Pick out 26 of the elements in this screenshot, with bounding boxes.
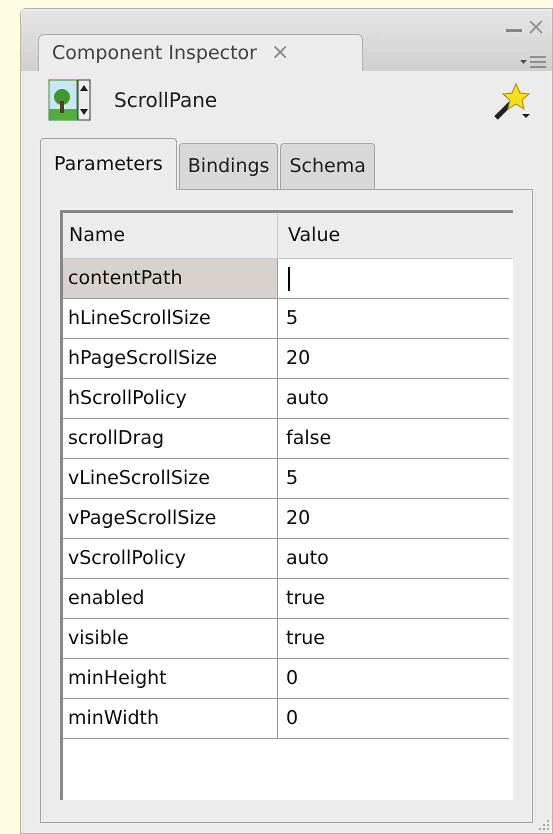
property-value-cell[interactable]: 20 (278, 499, 509, 538)
property-value-cell[interactable]: auto (278, 379, 509, 418)
column-header[interactable]: Value (278, 213, 513, 258)
column-header[interactable]: Name (63, 213, 278, 258)
tab[interactable]: Bindings (178, 143, 278, 189)
component-name: ScrollPane (114, 87, 218, 114)
property-value-cell[interactable]: 5 (278, 459, 509, 498)
property-value-cell[interactable]: 20 (278, 339, 509, 378)
property-value-cell[interactable]: true (278, 619, 509, 658)
property-value-cell[interactable]: 5 (278, 299, 509, 338)
close-icon[interactable] (528, 19, 544, 35)
tab[interactable]: Schema (280, 143, 375, 189)
scrollpane-icon (48, 79, 92, 121)
panel-menu-icon[interactable] (518, 55, 548, 69)
text-cursor-icon (288, 266, 290, 290)
panel-tab[interactable]: Component Inspector × (38, 34, 363, 71)
minimize-icon[interactable] (506, 29, 522, 33)
property-value-cell[interactable]: 0 (278, 659, 509, 698)
property-name-cell[interactable]: contentPath (63, 259, 278, 298)
property-value-cell[interactable]: auto (278, 539, 509, 578)
property-value-cell[interactable]: 0 (278, 699, 509, 738)
tab[interactable]: Parameters (40, 138, 177, 190)
property-value-cell[interactable]: false (278, 419, 509, 458)
property-value-cell[interactable]: true (278, 579, 509, 618)
resize-grip-icon[interactable] (536, 817, 550, 831)
panel-title: Component Inspector (52, 40, 257, 66)
